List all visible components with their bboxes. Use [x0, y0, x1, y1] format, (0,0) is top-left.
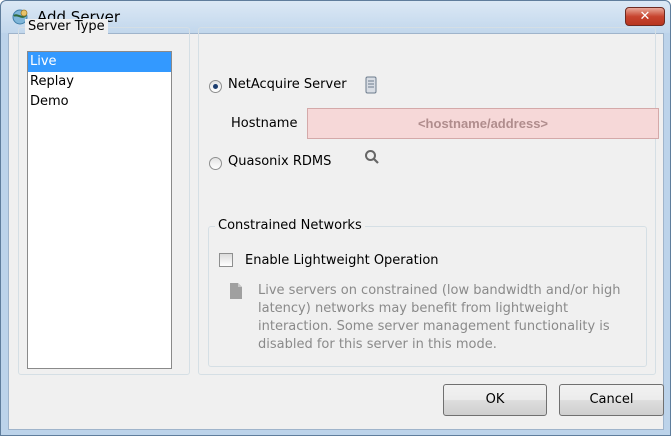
server-type-list[interactable]: Live Replay Demo	[27, 51, 172, 369]
lightweight-checkbox-label[interactable]: Enable Lightweight Operation	[245, 253, 439, 268]
server-type-item-live[interactable]: Live	[28, 52, 171, 72]
server-type-item-replay[interactable]: Replay	[28, 72, 171, 92]
hostname-input[interactable]: <hostname/address>	[307, 108, 659, 139]
netacquire-label[interactable]: NetAcquire Server	[228, 77, 347, 92]
netacquire-radio[interactable]	[209, 80, 222, 93]
lightweight-checkbox[interactable]	[219, 253, 233, 267]
ok-button[interactable]: OK	[443, 384, 547, 416]
server-device-icon	[365, 76, 377, 94]
lightweight-note: Live servers on constrained (low bandwid…	[258, 283, 621, 352]
cancel-button[interactable]: Cancel	[559, 384, 664, 416]
info-icon	[230, 283, 242, 299]
quasonix-label[interactable]: Quasonix RDMS	[228, 154, 331, 169]
close-button[interactable]: ✕	[625, 7, 665, 26]
quasonix-radio[interactable]	[209, 157, 222, 170]
server-type-group: Server Type Live Replay Demo	[18, 19, 190, 375]
hostname-label: Hostname	[231, 116, 298, 131]
server-type-item-demo[interactable]: Demo	[28, 92, 171, 112]
search-tool-icon	[365, 150, 379, 164]
server-type-legend: Server Type	[25, 19, 108, 34]
constrained-networks-legend: Constrained Networks	[215, 218, 365, 233]
